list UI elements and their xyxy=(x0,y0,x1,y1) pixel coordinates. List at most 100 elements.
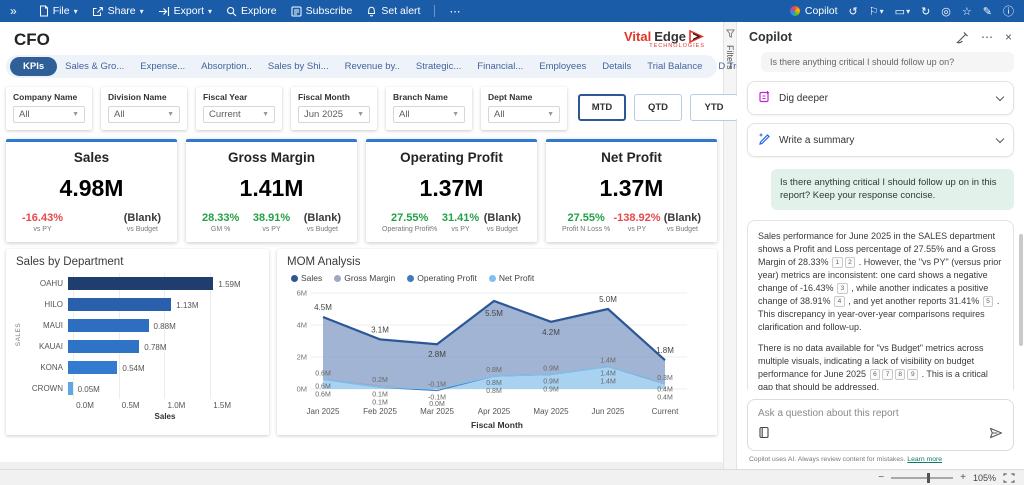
tab-absorption[interactable]: Absorption.. xyxy=(193,58,260,75)
svg-text:0.2M: 0.2M xyxy=(372,377,388,384)
filter-dropdown[interactable]: All▼ xyxy=(488,106,560,123)
kpi-title: Operating Profit xyxy=(374,150,529,165)
view-icon[interactable]: ▭▾ xyxy=(895,5,910,18)
svg-text:2.8M: 2.8M xyxy=(428,350,446,359)
copilot-button[interactable]: Copilot xyxy=(790,5,838,17)
tab-details[interactable]: Details xyxy=(594,58,639,75)
send-icon[interactable] xyxy=(989,426,1003,444)
legend-item-net-profit[interactable]: Net Profit xyxy=(489,273,534,283)
citation-chip[interactable]: 6 xyxy=(870,369,881,380)
filter-dropdown[interactable]: All▼ xyxy=(108,106,180,123)
legend-item-operating-profit[interactable]: Operating Profit xyxy=(407,273,477,283)
tab-sales-by-shi[interactable]: Sales by Shi... xyxy=(260,58,337,75)
zoom-slider-thumb[interactable] xyxy=(927,473,930,483)
tab-employees[interactable]: Employees xyxy=(531,58,594,75)
menu-export[interactable]: Export▾ xyxy=(158,5,212,17)
info-icon[interactable]: ⓘ xyxy=(1003,3,1014,19)
legend-item-gross-margin[interactable]: Gross Margin xyxy=(334,273,395,283)
tab-trial-balance[interactable]: Trial Balance xyxy=(639,58,710,75)
bar[interactable] xyxy=(68,298,171,311)
prompt-guide-icon[interactable] xyxy=(758,426,770,444)
svg-text:0.4M: 0.4M xyxy=(657,387,673,394)
copilot-question-input[interactable]: Ask a question about this report xyxy=(747,399,1014,451)
copilot-close-icon[interactable]: × xyxy=(1005,30,1012,44)
expand-nav-icon[interactable]: » xyxy=(10,4,17,18)
copilot-more-icon[interactable]: ⋯ xyxy=(981,30,993,44)
citation-chip[interactable]: 9 xyxy=(907,369,918,380)
learn-more-link[interactable]: Learn more xyxy=(907,456,942,463)
svg-text:-0.1M: -0.1M xyxy=(428,382,446,389)
reset-icon[interactable]: ◎ xyxy=(941,5,951,18)
bar[interactable] xyxy=(68,361,117,374)
favorite-icon[interactable]: ☆ xyxy=(962,5,972,18)
chevron-down-icon: ▼ xyxy=(72,111,79,118)
kpi-metric: 31.41%vs PY xyxy=(442,212,479,233)
legend-dot xyxy=(407,275,414,282)
bookmark-icon[interactable]: ⚐▾ xyxy=(869,5,884,18)
filter-dropdown[interactable]: Jun 2025▼ xyxy=(298,106,370,123)
suggestion-dig-deeper[interactable]: Dig deeper xyxy=(747,81,1014,115)
tab-sales-gro[interactable]: Sales & Gro... xyxy=(57,58,132,75)
citation-chip[interactable]: 4 xyxy=(834,296,845,307)
clear-chat-broom-icon[interactable] xyxy=(956,31,969,44)
tab-kpis[interactable]: KPIs xyxy=(10,57,57,76)
citation-chip[interactable]: 8 xyxy=(895,369,906,380)
more-options-icon[interactable]: ⋯ xyxy=(449,5,460,18)
legend-dot xyxy=(291,275,298,282)
citation-chip[interactable]: 1 xyxy=(832,257,843,268)
menu-explore[interactable]: Explore xyxy=(226,5,277,17)
menu-file[interactable]: File▾ xyxy=(39,5,78,17)
bar[interactable] xyxy=(68,319,149,332)
svg-text:0.1M: 0.1M xyxy=(372,399,388,406)
menu-set-alert[interactable]: Set alert xyxy=(366,5,420,17)
tab-financial[interactable]: Financial... xyxy=(469,58,531,75)
svg-text:Jun 2025: Jun 2025 xyxy=(592,407,625,416)
citation-chip[interactable]: 7 xyxy=(882,369,893,380)
ytd-button[interactable]: YTD xyxy=(690,94,738,121)
copilot-scrollbar[interactable] xyxy=(1019,234,1023,346)
edit-icon[interactable]: ✎ xyxy=(983,5,992,18)
funnel-icon xyxy=(726,29,735,38)
tab-strategic[interactable]: Strategic... xyxy=(408,58,469,75)
refresh-icon[interactable]: ↻ xyxy=(921,5,930,18)
bar[interactable] xyxy=(68,277,213,290)
svg-text:0.8M: 0.8M xyxy=(486,388,502,395)
citation-chip[interactable]: 5 xyxy=(983,296,994,307)
zoom-out-icon[interactable]: − xyxy=(878,472,884,483)
dig-deeper-icon xyxy=(758,90,771,106)
filter-label: Fiscal Month xyxy=(298,92,370,102)
logo-text-vital: Vital xyxy=(624,30,651,43)
suggestion-write-a-summary[interactable]: Write a summary xyxy=(747,123,1014,157)
area-chart-legend: Sales Gross Margin Operating Profit Net Pro… xyxy=(291,273,707,283)
write-summary-icon xyxy=(758,132,771,148)
undo-icon[interactable]: ↺ xyxy=(849,5,858,18)
qtd-button[interactable]: QTD xyxy=(634,94,682,121)
kpi-metric: 38.91%vs PY xyxy=(253,212,290,233)
filter-fiscal-year: Fiscal YearCurrent▼ xyxy=(196,87,282,130)
tab-revenue-by[interactable]: Revenue by.. xyxy=(337,58,408,75)
menu-subscribe[interactable]: Subscribe xyxy=(291,5,353,17)
response-paragraph: There is no data available for "vs Budge… xyxy=(758,342,1003,390)
chevron-down-icon xyxy=(996,134,1004,142)
filter-dropdown[interactable]: All▼ xyxy=(13,106,85,123)
mtd-button[interactable]: MTD xyxy=(578,94,626,121)
zoom-in-icon[interactable]: + xyxy=(960,472,966,483)
zoom-slider[interactable] xyxy=(891,477,953,479)
area-chart-plot[interactable]: 0M2M4M6M4.5M3.1M2.8M5.5M4.2M5.0M1.8M0.6M… xyxy=(287,283,707,433)
filter-dropdown[interactable]: All▼ xyxy=(393,106,465,123)
bar[interactable] xyxy=(68,340,139,353)
citation-chip[interactable]: 3 xyxy=(837,283,848,294)
filters-pane-collapsed[interactable]: Filters xyxy=(723,22,737,469)
logo-arrow-icon xyxy=(689,30,705,43)
filter-label: Company Name xyxy=(13,92,85,102)
svg-text:0.6M: 0.6M xyxy=(315,391,331,398)
copilot-icon xyxy=(790,6,800,16)
menu-share[interactable]: Share▾ xyxy=(92,5,144,17)
report-canvas: CFO VitalEdge TECHNOLOGIES KPIsSales & G… xyxy=(0,22,723,462)
fit-to-page-icon[interactable] xyxy=(1003,473,1015,483)
citation-chip[interactable]: 2 xyxy=(845,257,856,268)
bar[interactable] xyxy=(68,382,73,395)
filter-dropdown[interactable]: Current▼ xyxy=(203,106,275,123)
tab-expense[interactable]: Expense... xyxy=(132,58,193,75)
legend-item-sales[interactable]: Sales xyxy=(291,273,322,283)
